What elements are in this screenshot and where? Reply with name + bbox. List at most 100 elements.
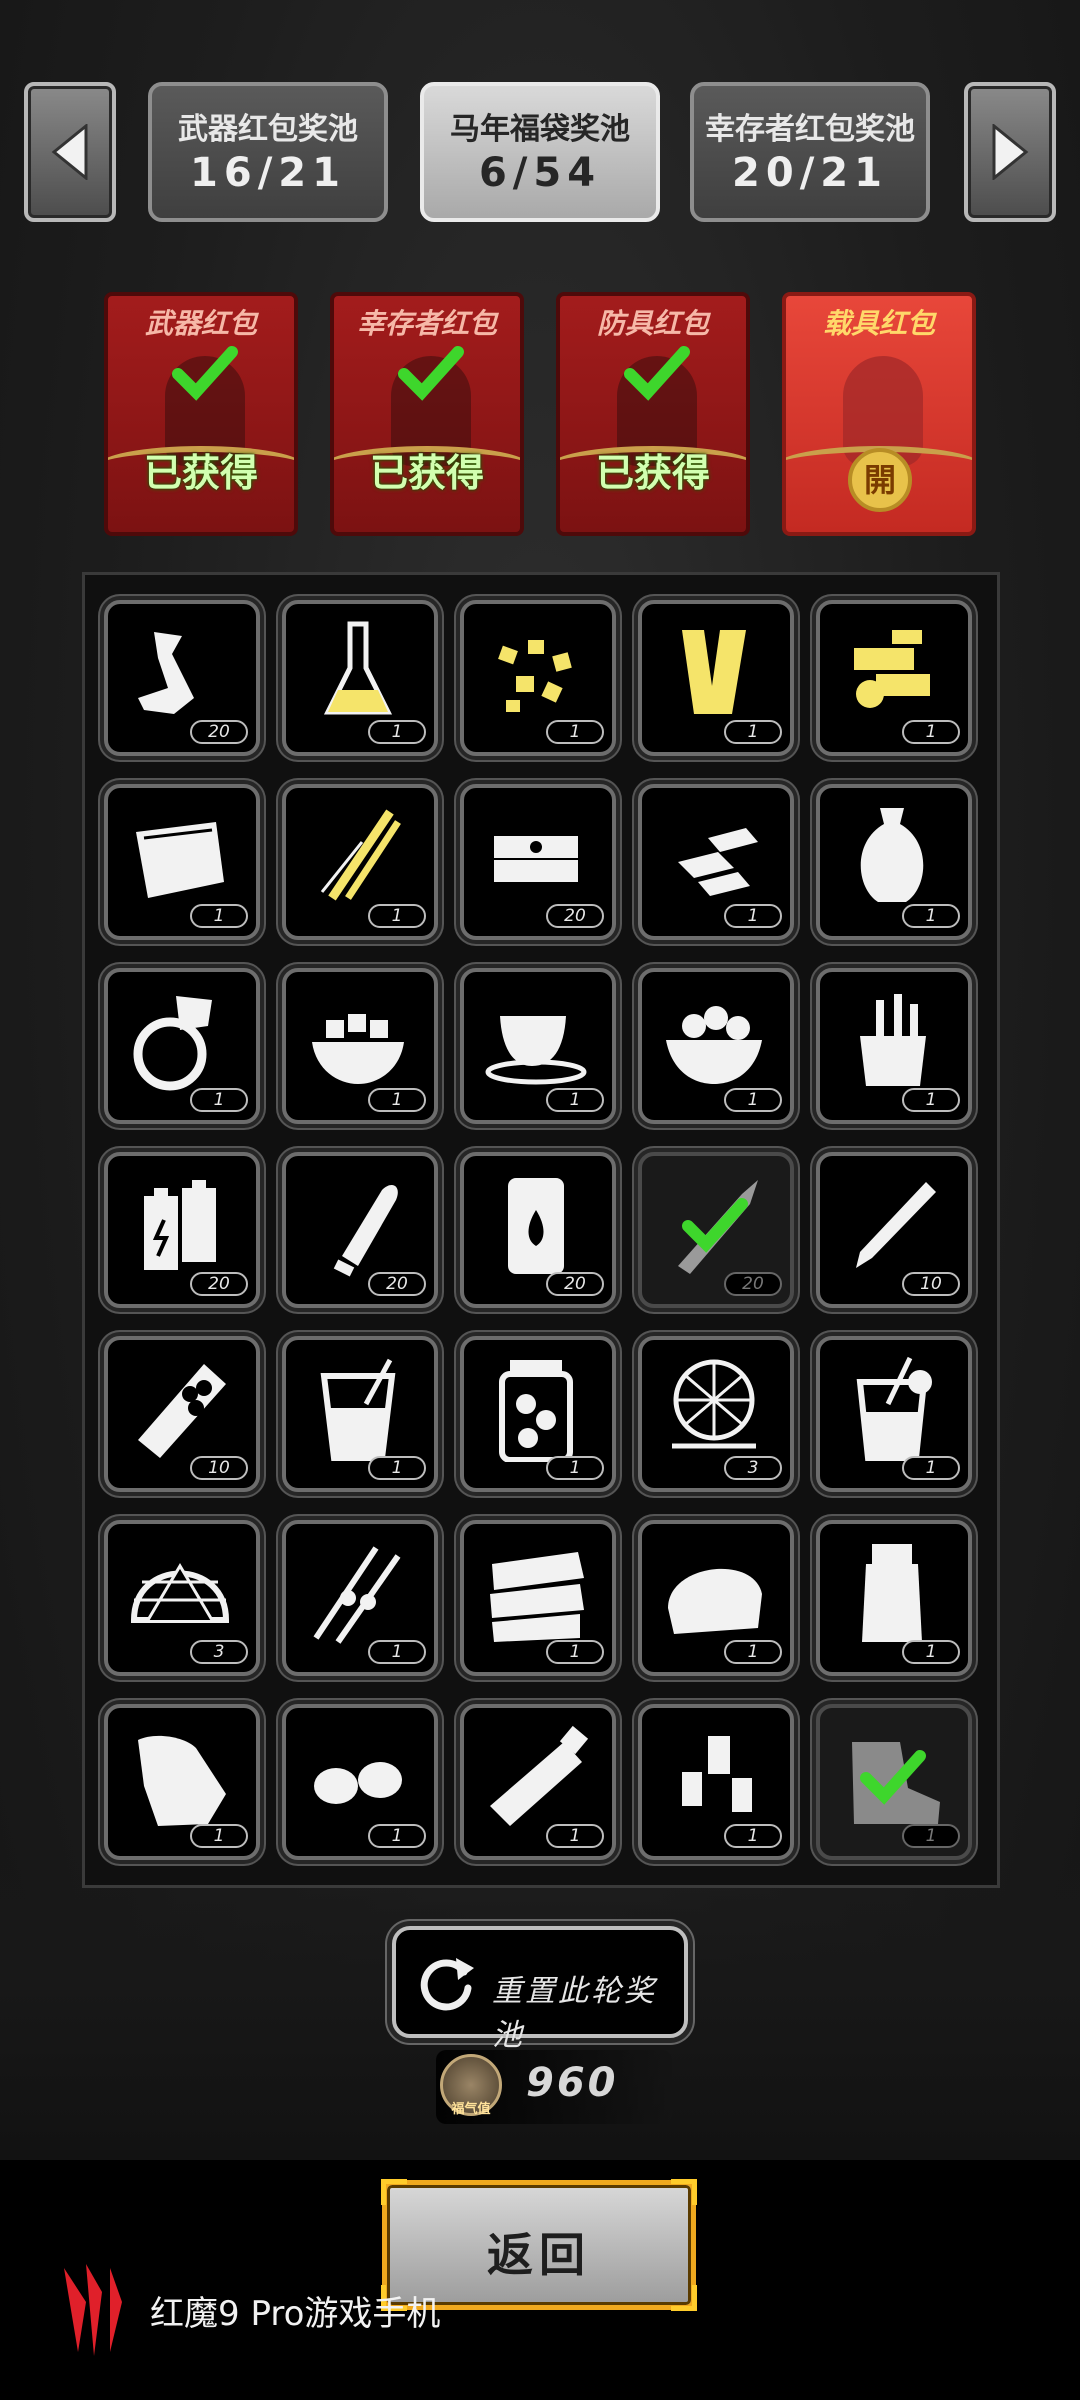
item-count: 20	[724, 1272, 782, 1296]
reward-item[interactable]: 1	[282, 600, 438, 756]
item-count: 1	[902, 904, 960, 928]
cash-stack-icon	[494, 836, 578, 882]
envelope-title: 武器红包	[144, 307, 257, 340]
checkmark-icon	[624, 346, 690, 401]
reward-item[interactable]: 1	[816, 968, 972, 1124]
fortune-value: 960	[526, 2060, 619, 2106]
checkmark-icon	[682, 1198, 748, 1253]
dome-net-icon	[130, 1563, 230, 1623]
tab-survivor-pool[interactable]: 幸存者红包奖池 20/21	[690, 82, 930, 222]
item-count: 1	[902, 1640, 960, 1664]
pill-bottles-icon	[682, 1736, 752, 1812]
drink-glass-icon	[320, 1358, 396, 1461]
fortune-counter: 福气值 960	[436, 2050, 672, 2124]
tab-weapon-pool[interactable]: 武器红包奖池 16/21	[148, 82, 388, 222]
envelope-survivor[interactable]: 幸存者红包 已获得	[330, 292, 524, 536]
reward-item[interactable]: 3	[104, 1520, 260, 1676]
tab-title: 马年福袋奖池	[450, 112, 630, 147]
envelope-armor[interactable]: 防具红包 已获得	[556, 292, 750, 536]
reward-item[interactable]: 3	[638, 1336, 794, 1492]
juice-glass-icon	[856, 1356, 932, 1461]
reward-item[interactable]: 1	[282, 1704, 438, 1860]
reward-item[interactable]: 1	[638, 1704, 794, 1860]
batteries-icon	[144, 1180, 216, 1270]
item-count: 1	[546, 1088, 604, 1112]
reward-item[interactable]: 20	[104, 600, 260, 756]
reward-item[interactable]: 1	[104, 968, 260, 1124]
open-seal-button[interactable]: 開	[848, 448, 912, 512]
item-count: 1	[190, 1824, 248, 1848]
refresh-icon	[420, 1958, 474, 2011]
reward-item[interactable]: 10	[816, 1152, 972, 1308]
reward-item[interactable]: 1	[104, 1704, 260, 1860]
back-button-label: 返回	[487, 2228, 591, 2282]
reward-item[interactable]: 1	[816, 784, 972, 940]
reward-item[interactable]: 1	[816, 1704, 972, 1860]
gold-gears-icon	[854, 630, 930, 708]
reward-item[interactable]: 20	[104, 1152, 260, 1308]
checkmark-icon	[398, 346, 464, 401]
item-count: 1	[724, 720, 782, 744]
reset-pool-button[interactable]: 重置此轮奖池	[392, 1926, 688, 2053]
reward-item[interactable]: 1	[460, 968, 616, 1124]
reward-item[interactable]: 1	[460, 600, 616, 756]
food-bowl-icon	[666, 1006, 762, 1084]
ointment-tube-icon	[490, 1725, 589, 1826]
reward-item[interactable]: 1	[460, 1704, 616, 1860]
frame-corner	[671, 2179, 697, 2205]
reward-item[interactable]: 1	[282, 784, 438, 940]
reward-item[interactable]: 1	[638, 784, 794, 940]
reward-item[interactable]: 1	[282, 1520, 438, 1676]
tab-horse-year-pool[interactable]: 马年福袋奖池 6/54	[420, 82, 660, 222]
prev-pool-button[interactable]	[24, 82, 116, 222]
skewers-icon	[313, 1546, 401, 1644]
eggs-icon	[314, 1762, 402, 1804]
chevron-left-icon	[51, 124, 88, 180]
net-trap-icon	[672, 1359, 756, 1449]
reward-item[interactable]: 1	[816, 600, 972, 756]
reward-item[interactable]: 1	[460, 1336, 616, 1492]
reward-item[interactable]: 20	[460, 1152, 616, 1308]
reward-item[interactable]: 1	[816, 1520, 972, 1676]
reward-item[interactable]: 1	[282, 968, 438, 1124]
item-count: 3	[724, 1456, 782, 1480]
item-count: 1	[902, 1456, 960, 1480]
reward-item[interactable]: 20	[460, 784, 616, 940]
reward-item[interactable]: 1	[104, 784, 260, 940]
reward-item[interactable]: 20	[638, 1152, 794, 1308]
reward-item[interactable]: 10	[104, 1336, 260, 1492]
chevron-right-icon	[992, 124, 1029, 180]
envelope-status: 已获得	[369, 451, 484, 495]
bottle-icon	[862, 1544, 922, 1642]
item-count: 1	[546, 1824, 604, 1848]
reward-item[interactable]: 1	[638, 1520, 794, 1676]
reward-item[interactable]: 1	[638, 600, 794, 756]
frame-corner	[671, 2285, 697, 2311]
reward-item[interactable]: 20	[282, 1152, 438, 1308]
bullet-icon	[333, 1185, 398, 1277]
item-count: 1	[724, 1640, 782, 1664]
reset-pool-label: 重置此轮奖池	[492, 1974, 657, 2053]
item-count: 1	[368, 1088, 426, 1112]
item-count: 1	[546, 1456, 604, 1480]
reward-item[interactable]: 1	[638, 968, 794, 1124]
envelope-title: 载具红包	[822, 307, 935, 340]
envelope-vehicle[interactable]: 载具红包 開	[782, 292, 976, 536]
envelope-weapon[interactable]: 武器红包 已获得	[104, 292, 298, 536]
checkmark-icon	[172, 346, 238, 401]
item-count: 3	[190, 1640, 248, 1664]
tofu-bowl-icon	[312, 1014, 404, 1084]
frame-corner	[381, 2179, 407, 2205]
reward-item[interactable]: 1	[282, 1336, 438, 1492]
reward-item[interactable]: 1	[460, 1520, 616, 1676]
tab-title: 武器红包奖池	[178, 112, 358, 147]
diamond-ring-icon	[133, 996, 212, 1091]
brand-watermark: 红魔9 Pro游戏手机	[58, 2262, 440, 2356]
reward-item[interactable]: 1	[816, 1336, 972, 1492]
item-count: 1	[190, 904, 248, 928]
item-count: 1	[368, 1640, 426, 1664]
tab-count: 6/54	[478, 150, 602, 196]
envelope-title: 防具红包	[596, 307, 709, 340]
red-magic-logo-icon	[64, 2264, 122, 2356]
next-pool-button[interactable]	[964, 82, 1056, 222]
